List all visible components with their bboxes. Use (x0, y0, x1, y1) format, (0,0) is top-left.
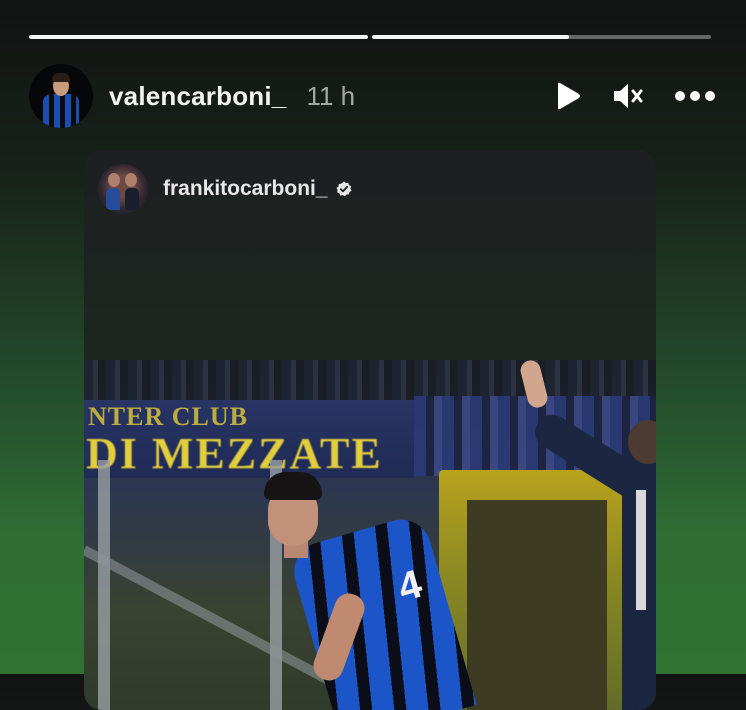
player-figure: 4 (264, 472, 484, 710)
stadium-banner: NTER CLUB DI MEZZATE (84, 400, 414, 478)
shared-post-avatar[interactable] (98, 164, 148, 214)
progress-segment-1 (29, 35, 368, 39)
story-progress (29, 35, 711, 39)
verified-badge-icon (336, 181, 352, 197)
more-options-button[interactable] (674, 90, 716, 102)
progress-fill-1 (29, 35, 368, 39)
shared-post-username[interactable]: frankitocarboni_ (163, 177, 328, 201)
story-controls (554, 81, 716, 111)
muted-speaker-icon (614, 84, 643, 108)
story-header: valencarboni_ 11 h (29, 64, 716, 128)
play-button[interactable] (554, 81, 582, 111)
shared-post-card[interactable]: frankitocarboni_ NTER CLUB DI MEZZATE 4 (84, 150, 656, 710)
play-icon (558, 82, 580, 110)
mute-button[interactable] (612, 81, 644, 111)
avatar[interactable] (29, 64, 93, 128)
story-username[interactable]: valencarboni_ (109, 81, 286, 112)
shared-post-photo: NTER CLUB DI MEZZATE 4 (84, 360, 656, 710)
story-timestamp: 11 h (306, 80, 356, 111)
progress-fill-2 (372, 35, 569, 39)
progress-segment-2 (372, 35, 711, 39)
shared-post-header: frankitocarboni_ (98, 164, 352, 214)
banner-text-2: DI MEZZATE (86, 429, 383, 478)
railing-post (98, 460, 110, 710)
more-horizontal-icon (675, 91, 715, 101)
coach-figure (518, 360, 656, 710)
